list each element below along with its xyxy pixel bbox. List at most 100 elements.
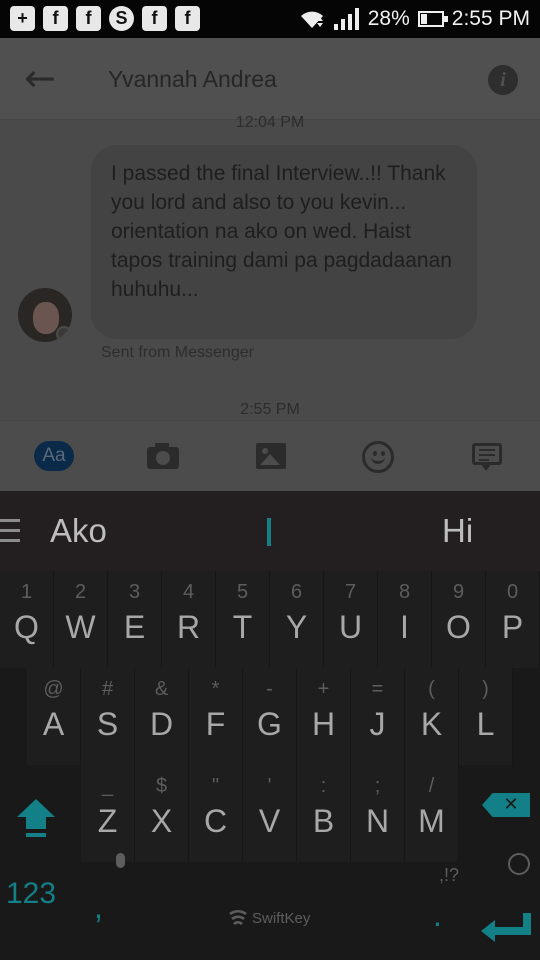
- status-right: 28% 2:55 PM: [298, 6, 530, 32]
- key-n[interactable]: ; N: [351, 765, 405, 862]
- swiftkey-keyboard: Ako I Hi /M;N:B'V"C$X_Z)L(K=J+H-G*F&D#S@…: [0, 491, 540, 960]
- microphone-icon[interactable]: [116, 853, 125, 868]
- suggestion-bar: Ako I Hi: [0, 491, 540, 571]
- message-bubble[interactable]: I passed the final Interview..!! Thank y…: [91, 145, 477, 339]
- key-secondary-label: 4: [182, 581, 195, 603]
- message-timestamp: 12:04 PM: [235, 114, 305, 131]
- key-secondary-label: 9: [452, 581, 465, 603]
- suggestion-left[interactable]: Ako: [50, 509, 107, 553]
- key-p[interactable]: 0P: [486, 571, 540, 668]
- key-secondary-label: @: [43, 678, 64, 700]
- message-text: I passed the final Interview..!! Thank y…: [111, 162, 452, 301]
- key-label: D: [149, 706, 174, 742]
- text-input-button[interactable]: Aa: [34, 441, 74, 471]
- facebook-notification-icon: f: [175, 6, 200, 31]
- key-label: R: [176, 609, 201, 645]
- key-d[interactable]: & D: [135, 668, 189, 765]
- key-k[interactable]: (K: [405, 668, 459, 765]
- key-i[interactable]: 8I: [378, 571, 432, 668]
- image-icon[interactable]: [254, 439, 294, 473]
- info-icon[interactable]: i: [488, 65, 518, 95]
- key-v[interactable]: ' V: [243, 765, 297, 862]
- status-bar: + f f S f f 28% 2:55 PM: [0, 0, 540, 38]
- period-key[interactable]: .: [433, 897, 442, 934]
- key-u[interactable]: 7U: [324, 571, 378, 668]
- swiftkey-logo-icon: [229, 910, 247, 925]
- key-label: Q: [14, 609, 39, 645]
- emoji-key-icon[interactable]: [508, 853, 530, 875]
- key-label: L: [476, 706, 495, 742]
- key-secondary-label: +: [317, 678, 330, 700]
- key-label: E: [123, 609, 146, 645]
- key-secondary-label: ": [211, 775, 220, 797]
- wifi-icon: [300, 11, 323, 28]
- key-label: J: [369, 706, 386, 742]
- key-g[interactable]: -G: [243, 668, 297, 765]
- battery-icon: [417, 11, 448, 27]
- key-secondary-label: 1: [20, 581, 33, 603]
- notification-icons: + f f S f f: [10, 6, 200, 31]
- comma-key[interactable]: ,: [94, 889, 103, 926]
- composer-bar: Aa: [0, 420, 540, 491]
- key-label: F: [205, 706, 226, 742]
- chat-header: ← Yvannah Andrea i: [0, 38, 540, 120]
- signal-icon: [333, 8, 359, 30]
- key-b[interactable]: :B: [297, 765, 351, 862]
- contact-name[interactable]: Yvannah Andrea: [108, 62, 277, 96]
- key-l[interactable]: ) L: [459, 668, 513, 765]
- key-label: H: [311, 706, 336, 742]
- contact-avatar[interactable]: [18, 288, 72, 342]
- plus-notification-icon: +: [10, 6, 35, 31]
- key-q[interactable]: 1Q: [0, 571, 54, 668]
- key-e[interactable]: 3E: [108, 571, 162, 668]
- key-label: W: [65, 609, 96, 645]
- key-o[interactable]: 9O: [432, 571, 486, 668]
- skype-notification-icon: S: [109, 6, 134, 31]
- camera-icon[interactable]: [145, 439, 185, 473]
- key-label: X: [150, 803, 173, 839]
- enter-key[interactable]: [481, 913, 531, 942]
- facebook-notification-icon: f: [43, 6, 68, 31]
- key-secondary-label: *: [211, 678, 220, 700]
- key-x[interactable]: $ X: [135, 765, 189, 862]
- facebook-notification-icon: f: [76, 6, 101, 31]
- key-z[interactable]: _ Z: [81, 765, 135, 862]
- battery-level: [420, 14, 427, 24]
- key-secondary-label: 5: [236, 581, 249, 603]
- menu-icon[interactable]: [0, 519, 20, 549]
- key-h[interactable]: + H: [297, 668, 351, 765]
- key-secondary-label: (: [428, 678, 435, 700]
- key-secondary-label: &: [154, 678, 169, 700]
- key-m[interactable]: / M: [405, 765, 459, 862]
- numbers-key[interactable]: 123: [6, 874, 56, 914]
- back-arrow-icon[interactable]: ←: [24, 59, 60, 97]
- key-label: S: [96, 706, 119, 742]
- key-a[interactable]: @ A: [27, 668, 81, 765]
- shift-key[interactable]: [0, 765, 73, 862]
- key-label: V: [258, 803, 281, 839]
- key-s[interactable]: # S: [81, 668, 135, 765]
- key-j[interactable]: = J: [351, 668, 405, 765]
- key-secondary-label: /: [428, 775, 435, 797]
- key-c[interactable]: " C: [189, 765, 243, 862]
- key-f[interactable]: * F: [189, 668, 243, 765]
- suggestion-center[interactable]: I: [267, 518, 271, 546]
- key-label: T: [232, 609, 253, 645]
- key-t[interactable]: 5T: [216, 571, 270, 668]
- key-label: O: [446, 609, 471, 645]
- emoji-icon[interactable]: [360, 439, 400, 473]
- key-y[interactable]: 6Y: [270, 571, 324, 668]
- message-timestamp: 2:55 PM: [240, 401, 300, 418]
- battery-percent: 28%: [367, 7, 410, 30]
- key-secondary-label: :: [320, 775, 327, 797]
- key-r[interactable]: 4R: [162, 571, 216, 668]
- swiftkey-brand: SwiftKey: [252, 910, 311, 927]
- key-label: A: [42, 706, 65, 742]
- backspace-key[interactable]: ✕: [482, 793, 530, 817]
- key-w[interactable]: 2W: [54, 571, 108, 668]
- key-secondary-label: 6: [290, 581, 303, 603]
- suggestion-right[interactable]: Hi: [442, 509, 473, 553]
- sticker-icon[interactable]: [470, 439, 510, 473]
- key-secondary-label: 0: [506, 581, 519, 603]
- key-label: M: [418, 803, 445, 839]
